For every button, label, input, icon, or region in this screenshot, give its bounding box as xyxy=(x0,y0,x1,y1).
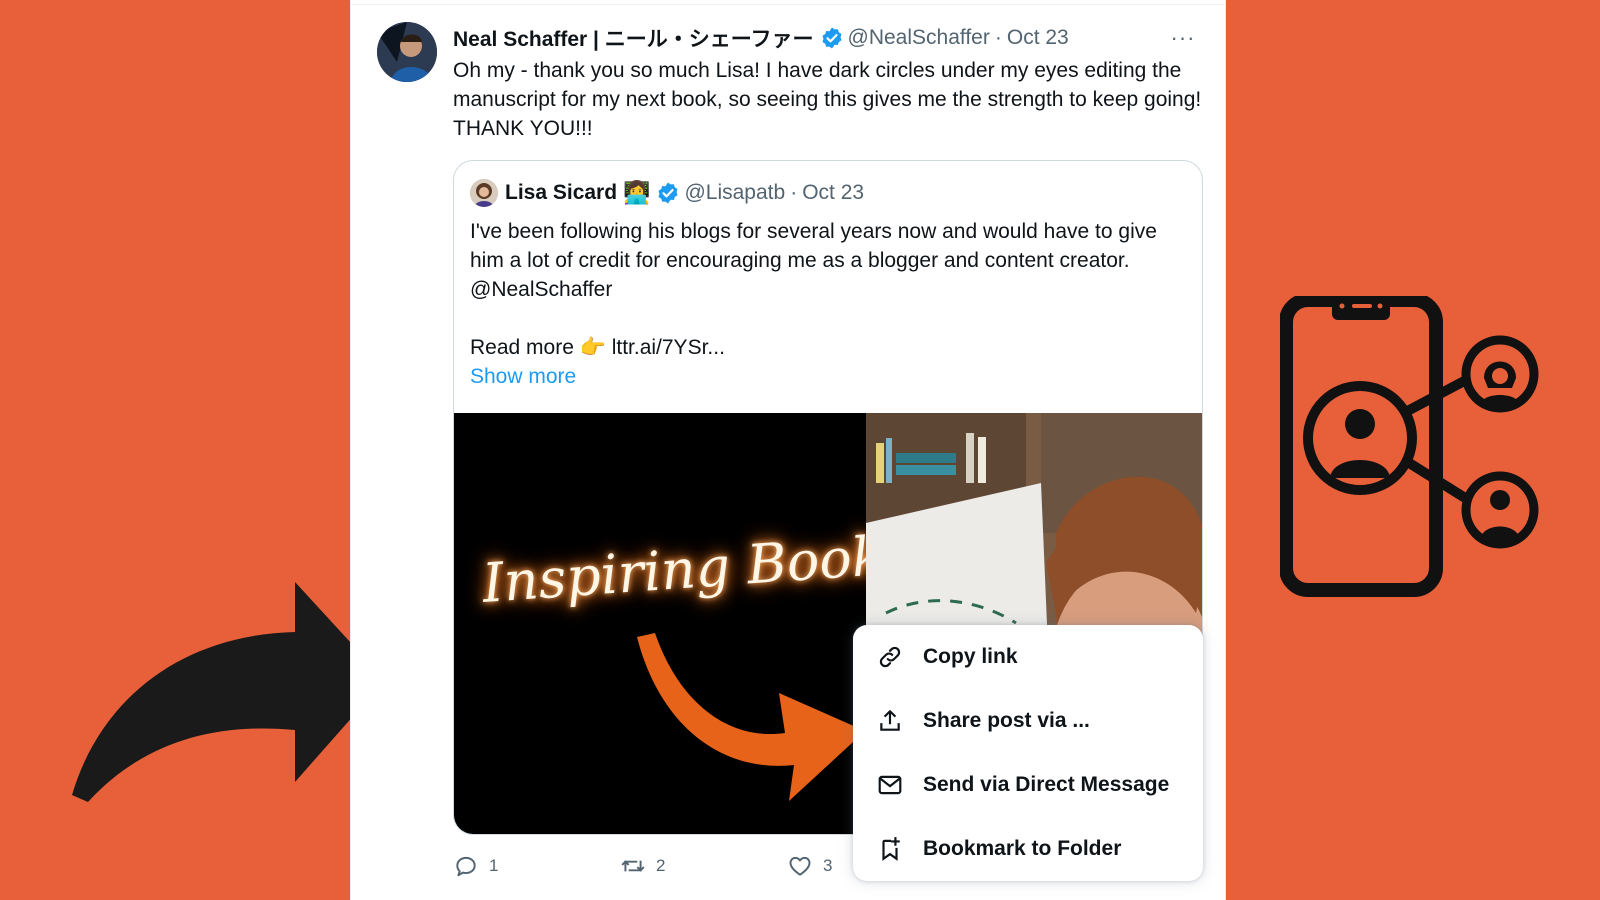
divider xyxy=(351,4,1225,5)
share-icon xyxy=(877,708,903,734)
menu-item-label: Copy link xyxy=(923,645,1018,668)
quoted-author-handle[interactable]: @Lisapatb xyxy=(684,181,785,205)
more-options-icon[interactable]: ··· xyxy=(1167,24,1199,52)
verified-badge-icon xyxy=(658,182,678,204)
author-name[interactable]: Neal Schaffer | ニール・シェーファー xyxy=(453,23,814,53)
repost-button[interactable]: 2 xyxy=(620,853,787,879)
menu-item-bookmark-folder[interactable]: Bookmark to Folder xyxy=(853,817,1203,881)
quoted-tweet-date[interactable]: Oct 23 xyxy=(802,181,864,205)
heart-icon xyxy=(789,856,811,876)
quoted-tweet-text: I've been following his blogs for severa… xyxy=(470,217,1170,391)
curved-share-arrow-icon xyxy=(72,582,385,802)
quoted-text-blank xyxy=(470,304,1170,333)
technologist-emoji: 👩‍💻 xyxy=(623,180,651,205)
reply-count: 1 xyxy=(489,856,499,875)
author-handle[interactable]: @NealSchaffer xyxy=(848,26,990,50)
reply-button[interactable]: 1 xyxy=(453,853,620,879)
menu-item-label: Share post via ... xyxy=(923,709,1090,732)
separator: · xyxy=(994,26,1002,49)
menu-item-direct-message[interactable]: Send via Direct Message xyxy=(853,753,1203,817)
quoted-text-body: I've been following his blogs for severa… xyxy=(470,220,1157,301)
tweet-text: Oh my - thank you so much Lisa! I have d… xyxy=(453,59,1202,140)
envelope-icon xyxy=(877,772,903,798)
like-count: 3 xyxy=(823,856,833,875)
tweet-date[interactable]: Oct 23 xyxy=(1007,26,1069,50)
image-overlay-text: Inspiring Book xyxy=(480,524,866,615)
show-more-link[interactable]: Show more xyxy=(470,362,1170,391)
quoted-author-name[interactable]: Lisa Sicard xyxy=(505,181,617,205)
share-menu: Copy link Share post via ... Send via Di… xyxy=(853,625,1203,881)
menu-item-label: Send via Direct Message xyxy=(923,773,1170,796)
link-icon xyxy=(877,644,903,670)
menu-item-label: Bookmark to Folder xyxy=(923,837,1122,860)
quoted-tweet-header: Lisa Sicard 👩‍💻 @Lisapatb · Oct 23 xyxy=(470,178,864,208)
quoted-author-avatar[interactable] xyxy=(470,179,498,207)
phone-share-network-icon xyxy=(1280,296,1539,597)
bookmark-plus-icon xyxy=(877,836,903,862)
read-more-link[interactable]: Read more 👉 lttr.ai/7YSr... xyxy=(470,333,1170,362)
orange-arrow-icon xyxy=(637,633,865,801)
separator: · xyxy=(790,181,798,204)
menu-item-share-via[interactable]: Share post via ... xyxy=(853,689,1203,753)
menu-item-copy-link[interactable]: Copy link xyxy=(853,625,1203,689)
author-avatar[interactable] xyxy=(377,22,437,82)
reply-icon xyxy=(456,856,476,877)
tweet-header: Neal Schaffer | ニール・シェーファー @NealSchaffer… xyxy=(453,24,1069,52)
inspiring-book-image[interactable]: Inspiring Book xyxy=(454,413,866,834)
repost-icon xyxy=(621,860,645,872)
tweet-actions: 1 2 3 xyxy=(453,852,887,880)
repost-count: 2 xyxy=(656,856,666,875)
verified-badge-icon xyxy=(822,27,842,49)
